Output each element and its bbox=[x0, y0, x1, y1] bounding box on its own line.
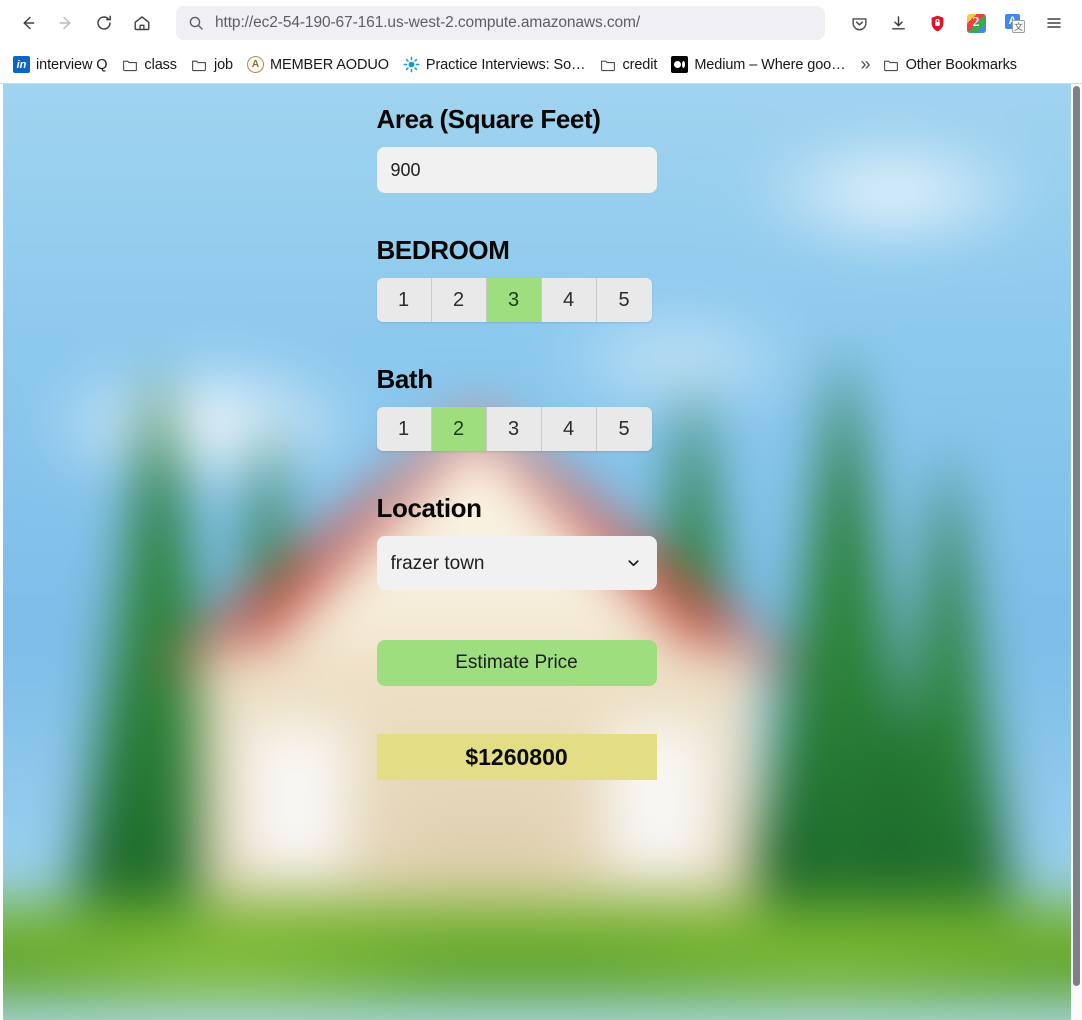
app-menu-button[interactable] bbox=[1036, 6, 1072, 40]
address-bar-text[interactable]: http://ec2-54-190-67-161.us-west-2.compu… bbox=[215, 14, 640, 32]
bedroom-option-2[interactable]: 2 bbox=[431, 278, 487, 322]
home-button[interactable] bbox=[124, 6, 160, 40]
estimated-price-result: $1260800 bbox=[376, 734, 657, 780]
linkedin-icon: in bbox=[13, 56, 30, 73]
scrollbar-thumb[interactable] bbox=[1073, 86, 1080, 986]
extension-badge-icon: 2 bbox=[966, 13, 986, 33]
bookmark-label: interview Q bbox=[36, 56, 108, 73]
page-scrollbar[interactable] bbox=[1071, 84, 1082, 1020]
search-icon bbox=[189, 16, 203, 30]
hamburger-menu-icon bbox=[1047, 18, 1061, 28]
back-arrow-icon bbox=[23, 16, 35, 30]
forward-button[interactable] bbox=[48, 6, 84, 40]
folder-icon bbox=[191, 56, 208, 73]
translate-target-letter: 文 bbox=[1012, 19, 1025, 33]
location-select[interactable]: frazer town bbox=[376, 536, 657, 590]
bedroom-option-5[interactable]: 5 bbox=[596, 278, 652, 322]
folder-icon bbox=[121, 56, 138, 73]
bedroom-option-1[interactable]: 1 bbox=[376, 278, 432, 322]
address-bar[interactable]: http://ec2-54-190-67-161.us-west-2.compu… bbox=[176, 6, 825, 40]
forward-arrow-icon bbox=[59, 16, 71, 30]
bookmark-label: Medium – Where goo… bbox=[694, 56, 846, 73]
home-icon bbox=[134, 16, 150, 31]
bedroom-label: BEDROOM bbox=[376, 235, 510, 265]
location-label: Location bbox=[376, 493, 483, 523]
folder-icon bbox=[599, 56, 616, 73]
area-input[interactable] bbox=[376, 147, 657, 193]
member-aoduo-icon: A bbox=[247, 56, 265, 73]
area-label: Area (Square Feet) bbox=[376, 104, 601, 134]
other-bookmarks-button[interactable]: Other Bookmarks bbox=[876, 52, 1024, 77]
bookmark-medium[interactable]: Medium – Where goo… bbox=[664, 52, 852, 77]
translate-icon: A 文 bbox=[1005, 13, 1025, 33]
bookmarks-overflow-button[interactable]: » bbox=[853, 50, 876, 79]
bookmark-credit[interactable]: credit bbox=[592, 52, 664, 77]
translate-button[interactable]: A 文 bbox=[997, 6, 1033, 40]
folder-icon bbox=[883, 56, 900, 73]
bookmark-practice-interviews[interactable]: Practice Interviews: So… bbox=[396, 52, 593, 77]
extension-badge-button[interactable]: 2 bbox=[958, 6, 994, 40]
bookmark-member-aoduo[interactable]: A MEMBER AODUO bbox=[240, 52, 396, 77]
pocket-button[interactable] bbox=[841, 6, 877, 40]
bookmark-label: job bbox=[213, 56, 234, 73]
extension-badge-count: 2 bbox=[972, 15, 980, 30]
estimate-price-button[interactable]: Estimate Price bbox=[376, 640, 657, 686]
bath-option-3[interactable]: 3 bbox=[486, 407, 542, 451]
browser-navigation-bar: http://ec2-54-190-67-161.us-west-2.compu… bbox=[0, 0, 1082, 46]
bookmark-class[interactable]: class bbox=[114, 52, 184, 77]
bedroom-option-4[interactable]: 4 bbox=[541, 278, 597, 322]
bath-label: Bath bbox=[376, 364, 434, 394]
reload-button[interactable] bbox=[86, 6, 122, 40]
bedroom-button-group: 1 2 3 4 5 bbox=[376, 278, 652, 322]
downloads-button[interactable] bbox=[880, 6, 916, 40]
bookmarks-bar: in interview Q class job A MEMBER AODUO … bbox=[0, 46, 1082, 84]
browser-toolbar-icons: 2 A 文 bbox=[841, 6, 1072, 40]
back-button[interactable] bbox=[10, 6, 46, 40]
download-icon bbox=[891, 15, 905, 30]
reload-icon bbox=[97, 15, 111, 30]
bookmark-label: MEMBER AODUO bbox=[270, 56, 389, 73]
bath-option-2[interactable]: 2 bbox=[431, 407, 487, 451]
bookmark-job[interactable]: job bbox=[184, 52, 240, 77]
bath-option-5[interactable]: 5 bbox=[596, 407, 652, 451]
bookmark-label: credit bbox=[622, 56, 658, 73]
shield-lock-icon bbox=[931, 15, 943, 31]
security-extension-button[interactable] bbox=[919, 6, 955, 40]
other-bookmarks-label: Other Bookmarks bbox=[905, 56, 1017, 73]
location-select-wrapper: frazer town bbox=[376, 536, 657, 590]
browser-chrome: http://ec2-54-190-67-161.us-west-2.compu… bbox=[0, 0, 1082, 84]
page-viewport: Area (Square Feet) BEDROOM 1 2 3 4 5 Bat… bbox=[0, 84, 1082, 1020]
price-estimator-form: Area (Square Feet) BEDROOM 1 2 3 4 5 Bat… bbox=[376, 84, 657, 780]
bookmark-interview-q[interactable]: in interview Q bbox=[6, 52, 114, 77]
medium-icon bbox=[671, 56, 689, 73]
sun-icon bbox=[403, 56, 420, 73]
bookmark-label: class bbox=[144, 56, 177, 73]
bookmark-label: Practice Interviews: So… bbox=[425, 56, 586, 73]
bedroom-option-3[interactable]: 3 bbox=[486, 278, 542, 322]
pocket-icon bbox=[851, 17, 867, 30]
bath-option-1[interactable]: 1 bbox=[376, 407, 432, 451]
bath-option-4[interactable]: 4 bbox=[541, 407, 597, 451]
bath-button-group: 1 2 3 4 5 bbox=[376, 407, 652, 451]
